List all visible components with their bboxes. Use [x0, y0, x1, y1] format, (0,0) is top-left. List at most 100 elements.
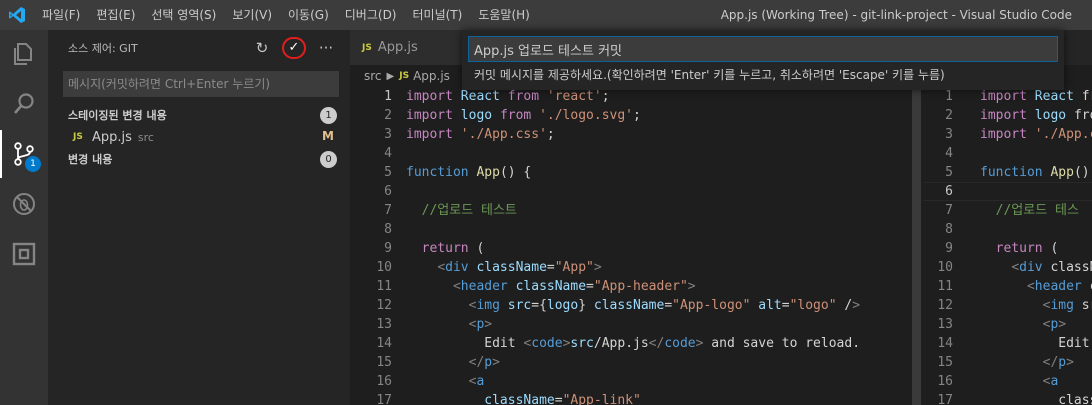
line-number: 8	[384, 222, 392, 237]
menu-edit[interactable]: 편집(E)	[88, 0, 143, 30]
breadcrumb-folder[interactable]: src	[364, 69, 382, 83]
changes-group[interactable]: 변경 내용 0	[48, 148, 350, 170]
line-number: 16	[376, 374, 392, 389]
more-actions-icon[interactable]: ···	[312, 35, 340, 61]
staged-count-badge: 1	[320, 107, 337, 124]
code-line[interactable]: <img src={logo} className="App-logo" alt…	[406, 296, 860, 315]
code-line[interactable]	[406, 144, 860, 163]
code-line[interactable]: <a	[980, 372, 1092, 391]
code-line[interactable]	[980, 182, 1092, 201]
diff-editor-original[interactable]: 1 2 3 4 5 6 7 8 9 10 11 12 13 14 15 16 17 import React f…	[923, 87, 1092, 405]
line-number: 9	[945, 241, 953, 256]
code-line[interactable]: <div className="App">	[406, 258, 860, 277]
commit-message-input[interactable]	[63, 71, 339, 97]
line-number: 14	[937, 336, 953, 351]
sidebar-actions: ↻ ✓ ···	[248, 30, 340, 65]
menu-terminal[interactable]: 터미널(T)	[405, 0, 471, 30]
menu-bar: 파일(F) 편집(E) 선택 영역(S) 보기(V) 이동(G) 디버그(D) …	[34, 0, 538, 30]
line-number: 5	[945, 165, 953, 180]
code-line[interactable]: <p>	[406, 315, 860, 334]
sidebar-title: 소스 제어: GIT	[68, 41, 138, 55]
scrollbar-thumb[interactable]	[912, 87, 921, 405]
code-line[interactable]: //업로드 테스트	[406, 201, 860, 220]
line-number: 16	[937, 374, 953, 389]
code-line[interactable]: <img sr	[980, 296, 1092, 315]
code-line[interactable]: Edit <code>src/App.js</code> and save to…	[406, 334, 860, 353]
code-line[interactable]: function App() {	[406, 163, 860, 182]
extensions-icon	[12, 242, 36, 266]
code-line[interactable]: <div classN	[980, 258, 1092, 277]
code-line[interactable]	[980, 220, 1092, 239]
commit-button[interactable]: ✓	[280, 35, 308, 61]
checkmark-icon: ✓	[282, 36, 306, 59]
code-line[interactable]: import logo fro	[980, 106, 1092, 125]
line-number: 5	[384, 165, 392, 180]
line-number: 10	[937, 260, 953, 275]
code-line[interactable]: class	[980, 391, 1092, 405]
commit-message-quick-input: 커밋 메시지를 제공하세요.(확인하려면 'Enter' 키를 누르고, 취소하…	[462, 30, 1064, 90]
title-bar: 파일(F) 편집(E) 선택 영역(S) 보기(V) 이동(G) 디버그(D) …	[0, 0, 1092, 30]
changed-file-item[interactable]: JS App.js src M	[48, 126, 350, 148]
source-control-badge: 1	[25, 156, 41, 172]
menu-view[interactable]: 보기(V)	[224, 0, 280, 30]
line-number: 7	[384, 203, 392, 218]
diff-scrollbar[interactable]	[910, 87, 923, 405]
code-line[interactable]: return (	[406, 239, 860, 258]
line-number: 13	[376, 317, 392, 332]
code-line[interactable]	[406, 220, 860, 239]
staged-changes-group[interactable]: 스테이징된 변경 내용 1	[48, 104, 350, 126]
menu-file[interactable]: 파일(F)	[34, 0, 88, 30]
file-status-badge: M	[322, 129, 334, 143]
code-line[interactable]: </p>	[980, 353, 1092, 372]
line-number: 11	[937, 279, 953, 294]
code-content[interactable]: import React from 'react'; import logo fr…	[406, 87, 860, 405]
code-line[interactable]	[980, 144, 1092, 163]
code-line[interactable]: import logo from './logo.svg';	[406, 106, 860, 125]
line-number: 9	[384, 241, 392, 256]
code-line[interactable]: </p>	[406, 353, 860, 372]
tab-app-js[interactable]: JS App.js	[350, 30, 470, 65]
explorer-button[interactable]	[0, 30, 48, 78]
code-line[interactable]: function App()	[980, 163, 1092, 182]
debug-bug-icon	[13, 193, 35, 215]
activity-bar: 1	[0, 30, 48, 405]
extensions-button[interactable]	[0, 230, 48, 278]
code-line[interactable]: className="App-link"	[406, 391, 860, 405]
line-number-gutter: 1 2 3 4 5 6 7 8 9 10 11 12 13 14 15 16 17	[923, 87, 963, 405]
code-content[interactable]: import React frimport logo froimport './…	[980, 87, 1092, 405]
code-line[interactable]	[406, 182, 860, 201]
staged-changes-label: 스테이징된 변경 내용	[68, 109, 167, 122]
code-line[interactable]: import './App.c	[980, 125, 1092, 144]
code-line[interactable]: Edit	[980, 334, 1092, 353]
code-line[interactable]: <a	[406, 372, 860, 391]
line-number: 4	[384, 146, 392, 161]
sidebar-header: 소스 제어: GIT ↻ ✓ ···	[48, 30, 350, 65]
code-line[interactable]: //업로드 테스	[980, 201, 1092, 220]
line-number: 11	[376, 279, 392, 294]
js-file-icon: JS	[362, 42, 372, 53]
code-line[interactable]: <header c	[980, 277, 1092, 296]
source-control-sidebar: 소스 제어: GIT ↻ ✓ ··· 스테이징된 변경 내용 1 JS App.…	[48, 30, 350, 405]
line-number: 3	[384, 127, 392, 142]
source-control-button[interactable]: 1	[0, 130, 48, 178]
refresh-icon[interactable]: ↻	[248, 35, 276, 61]
code-line[interactable]: <header className="App-header">	[406, 277, 860, 296]
menu-selection[interactable]: 선택 영역(S)	[143, 0, 224, 30]
breadcrumb-file[interactable]: App.js	[413, 69, 450, 83]
quick-input-box[interactable]	[468, 36, 1058, 62]
code-line[interactable]: import './App.css';	[406, 125, 860, 144]
code-line[interactable]: <p>	[980, 315, 1092, 334]
changes-label: 변경 내용	[68, 153, 113, 166]
line-number: 2	[384, 108, 392, 123]
diff-editor-modified[interactable]: 1 2 3 4 5 6 7 8 9 10 11 12 13 14 15 16 17 import React f…	[350, 87, 910, 405]
chevron-right-icon: ▶	[386, 70, 395, 82]
search-button[interactable]	[0, 80, 48, 128]
menu-debug[interactable]: 디버그(D)	[337, 0, 405, 30]
menu-help[interactable]: 도움말(H)	[470, 0, 538, 30]
quick-input-message: 커밋 메시지를 제공하세요.(확인하려면 'Enter' 키를 누르고, 취소하…	[474, 68, 945, 82]
line-number: 10	[376, 260, 392, 275]
debug-button[interactable]	[0, 180, 48, 228]
menu-go[interactable]: 이동(G)	[280, 0, 337, 30]
code-line[interactable]: return (	[980, 239, 1092, 258]
line-number: 4	[945, 146, 953, 161]
